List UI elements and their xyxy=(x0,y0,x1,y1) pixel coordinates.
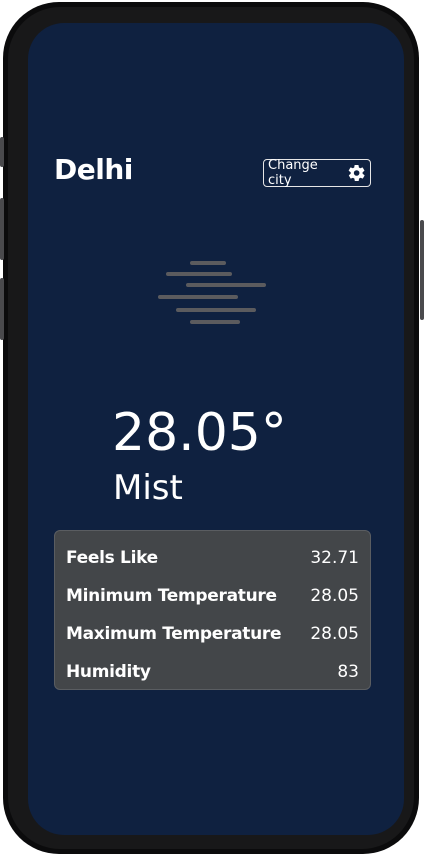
detail-value: 28.05 xyxy=(310,624,359,644)
detail-row-humidity: Humidity 83 xyxy=(66,653,359,691)
temperature-value: 28.05° xyxy=(112,403,287,463)
detail-value: 28.05 xyxy=(310,586,359,606)
city-name: Delhi xyxy=(54,153,133,186)
change-city-button[interactable]: Change city xyxy=(263,158,371,188)
phone-power-button xyxy=(420,220,424,320)
detail-row-max-temp: Maximum Temperature 28.05 xyxy=(66,615,359,653)
phone-volume-down-button xyxy=(0,278,4,340)
detail-value: 32.71 xyxy=(310,548,359,568)
gear-icon xyxy=(348,164,365,182)
detail-value: 83 xyxy=(337,662,359,682)
detail-label: Minimum Temperature xyxy=(66,586,277,606)
mist-icon xyxy=(158,261,266,324)
phone-silent-switch xyxy=(0,137,4,167)
weather-condition: Mist xyxy=(113,468,183,508)
phone-volume-up-button xyxy=(0,198,4,260)
detail-row-feels-like: Feels Like 32.71 xyxy=(66,539,359,577)
detail-row-min-temp: Minimum Temperature 28.05 xyxy=(66,577,359,615)
detail-label: Humidity xyxy=(66,662,151,682)
phone-frame: Delhi Change city 28.05° Mist Feels Like… xyxy=(3,2,419,854)
detail-label: Maximum Temperature xyxy=(66,624,282,644)
weather-details-card: Feels Like 32.71 Minimum Temperature 28.… xyxy=(54,530,371,690)
detail-label: Feels Like xyxy=(66,548,158,568)
change-city-label: Change city xyxy=(268,158,318,188)
app-screen: Delhi Change city 28.05° Mist Feels Like… xyxy=(28,23,404,835)
